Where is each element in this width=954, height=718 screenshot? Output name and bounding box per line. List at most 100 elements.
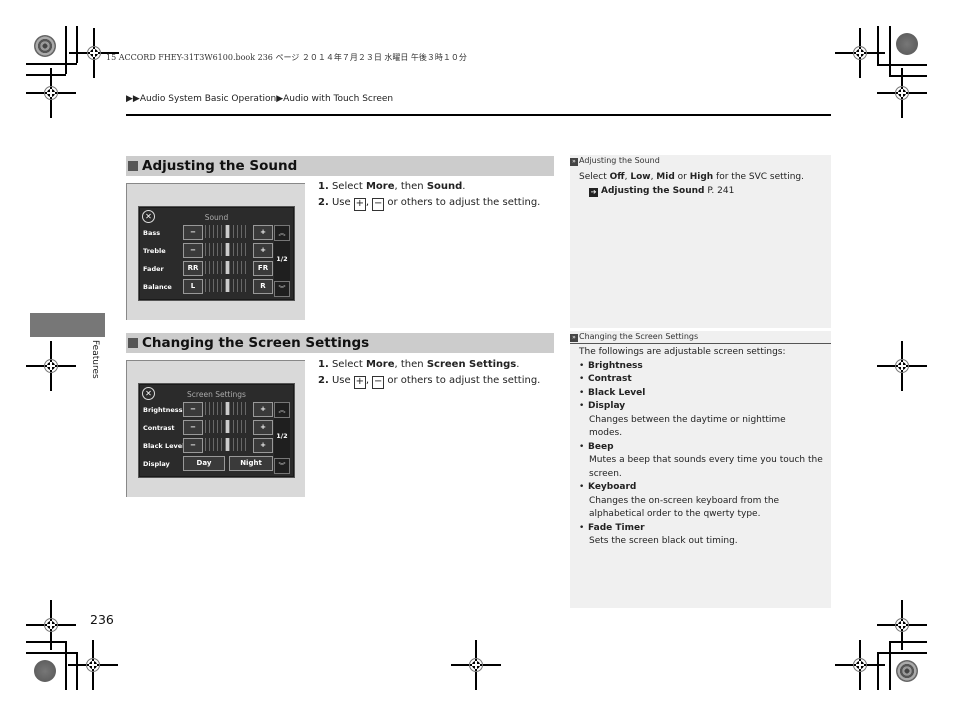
decrease-button: − bbox=[183, 438, 203, 453]
level-knob bbox=[226, 279, 229, 292]
crop-line bbox=[889, 641, 927, 643]
settings-list: • Brightness • Contrast • Black Level • Disp… bbox=[579, 360, 831, 549]
note-text: Select Off, Low, Mid or High for the SVC… bbox=[579, 172, 804, 182]
front-button: FR bbox=[253, 261, 273, 276]
note-title-text: Changing the Screen Settings bbox=[579, 332, 699, 341]
step-text: , then bbox=[394, 359, 427, 370]
registration-mark bbox=[451, 640, 501, 690]
setting-label: Display bbox=[143, 460, 170, 468]
step-text: or others to adjust the setting. bbox=[384, 197, 541, 208]
screen-settings-illustration: ✕ Screen Settings Brightness − + Contras… bbox=[126, 360, 305, 497]
cross-reference-arrow-icon: ➔ bbox=[589, 187, 598, 197]
chapter-tab-marker bbox=[30, 313, 105, 337]
setting-label: Bass bbox=[143, 229, 161, 237]
xref-title: Adjusting the Sound bbox=[601, 185, 705, 196]
square-bullet-icon bbox=[128, 338, 138, 348]
page-number: 236 bbox=[90, 612, 114, 627]
decrease-button: − bbox=[183, 225, 203, 240]
printer-disc-mark-top-right bbox=[896, 33, 918, 55]
level-knob bbox=[226, 420, 229, 433]
minus-icon: − bbox=[372, 198, 385, 211]
steps-list: 1. Select More, then Screen Settings. 2.… bbox=[318, 357, 540, 389]
setting-row: Contrast − + bbox=[143, 420, 288, 436]
increase-button: + bbox=[253, 402, 273, 417]
page-indicator-panel: ︽ 1/2 ︾ bbox=[274, 402, 290, 474]
cross-reference-link[interactable]: ➔ Adjusting the Sound P. 241 bbox=[579, 185, 831, 199]
step-text: Select bbox=[331, 181, 366, 192]
crop-line bbox=[889, 26, 891, 76]
ui-term: More bbox=[365, 359, 395, 370]
setting-row: Black Level − + bbox=[143, 438, 288, 454]
registration-mark bbox=[835, 28, 885, 78]
breadcrumb-item[interactable]: Audio with Touch Screen bbox=[283, 94, 393, 104]
ui-term: Sound bbox=[426, 181, 463, 192]
step-number: 1. bbox=[318, 359, 329, 370]
crop-line bbox=[76, 652, 78, 690]
note-body: Select Off, Low, Mid or High for the SVC… bbox=[570, 167, 831, 198]
section-heading: Adjusting the Sound bbox=[126, 156, 554, 176]
note-panel: » Changing the Screen Settings The follow… bbox=[570, 331, 831, 608]
level-knob bbox=[226, 402, 229, 415]
step: 2. Use +, − or others to adjust the sett… bbox=[318, 195, 540, 211]
crop-line bbox=[76, 26, 78, 63]
crop-line bbox=[877, 652, 879, 690]
list-item: • Contrast bbox=[579, 374, 632, 384]
screen-title: Sound bbox=[204, 213, 229, 222]
scroll-down-icon: ︾ bbox=[274, 458, 290, 474]
level-knob bbox=[226, 438, 229, 451]
day-button: Day bbox=[183, 456, 225, 471]
decrease-button: − bbox=[183, 420, 203, 435]
increase-button: + bbox=[253, 225, 273, 240]
setting-row: Fader RR FR bbox=[143, 261, 288, 277]
step-text: Use bbox=[331, 197, 354, 208]
printer-disc-mark-top-left bbox=[34, 35, 56, 57]
list-item: • Keyboard Changes the on-screen keyboard … bbox=[579, 482, 780, 519]
registration-mark bbox=[26, 600, 76, 650]
breadcrumb-item[interactable]: Audio System Basic Operation bbox=[140, 94, 276, 104]
list-item: • Brightness bbox=[579, 360, 643, 371]
crop-line bbox=[889, 75, 927, 77]
breadcrumb-arrow-icon: ▶▶ bbox=[126, 94, 140, 104]
crop-line bbox=[877, 64, 927, 66]
step-number: 2. bbox=[318, 375, 329, 386]
setting-row: Treble − + bbox=[143, 243, 288, 259]
step-text: or others to adjust the setting. bbox=[384, 375, 541, 386]
increase-button: + bbox=[253, 420, 273, 435]
note-title-text: Adjusting the Sound bbox=[579, 156, 660, 165]
setting-label: Fader bbox=[143, 265, 164, 273]
registration-mark bbox=[877, 341, 927, 391]
printer-disc-mark-bottom-right bbox=[896, 660, 918, 682]
section-heading: Changing the Screen Settings bbox=[126, 333, 554, 353]
list-item: • Fade Timer Sets the screen black out tim… bbox=[579, 522, 738, 547]
step-text: , then bbox=[394, 181, 427, 192]
increase-button: + bbox=[253, 243, 273, 258]
ui-term: Screen Settings bbox=[426, 359, 517, 370]
list-item: • Display Changes between the daytime or n… bbox=[579, 401, 786, 438]
section-title: Adjusting the Sound bbox=[142, 158, 298, 174]
crop-line bbox=[877, 26, 879, 65]
registration-mark bbox=[26, 341, 76, 391]
list-item: • Black Level bbox=[579, 387, 646, 398]
decrease-button: − bbox=[183, 243, 203, 258]
registration-mark bbox=[835, 640, 885, 690]
setting-row: Bass − + bbox=[143, 225, 288, 241]
step-text: Use bbox=[331, 375, 354, 386]
screen-title: Screen Settings bbox=[187, 390, 246, 399]
setting-label: Contrast bbox=[143, 424, 175, 432]
night-button: Night bbox=[229, 456, 273, 471]
crop-line bbox=[65, 26, 67, 74]
steps-list: 1. Select More, then Sound. 2. Use +, − … bbox=[318, 179, 540, 211]
scroll-down-icon: ︾ bbox=[274, 281, 290, 297]
chapter-tab-label: Features bbox=[90, 340, 100, 379]
registration-mark bbox=[26, 68, 76, 118]
registration-mark bbox=[68, 640, 118, 690]
step-number: 2. bbox=[318, 197, 329, 208]
setting-label: Balance bbox=[143, 283, 172, 291]
level-knob bbox=[226, 225, 229, 238]
step-text: Select bbox=[331, 359, 366, 370]
crop-line bbox=[26, 63, 77, 65]
level-knob bbox=[226, 243, 229, 256]
crop-line bbox=[889, 641, 891, 690]
setting-row: Display Day Night bbox=[143, 456, 288, 472]
xref-page: P. 241 bbox=[707, 185, 735, 196]
